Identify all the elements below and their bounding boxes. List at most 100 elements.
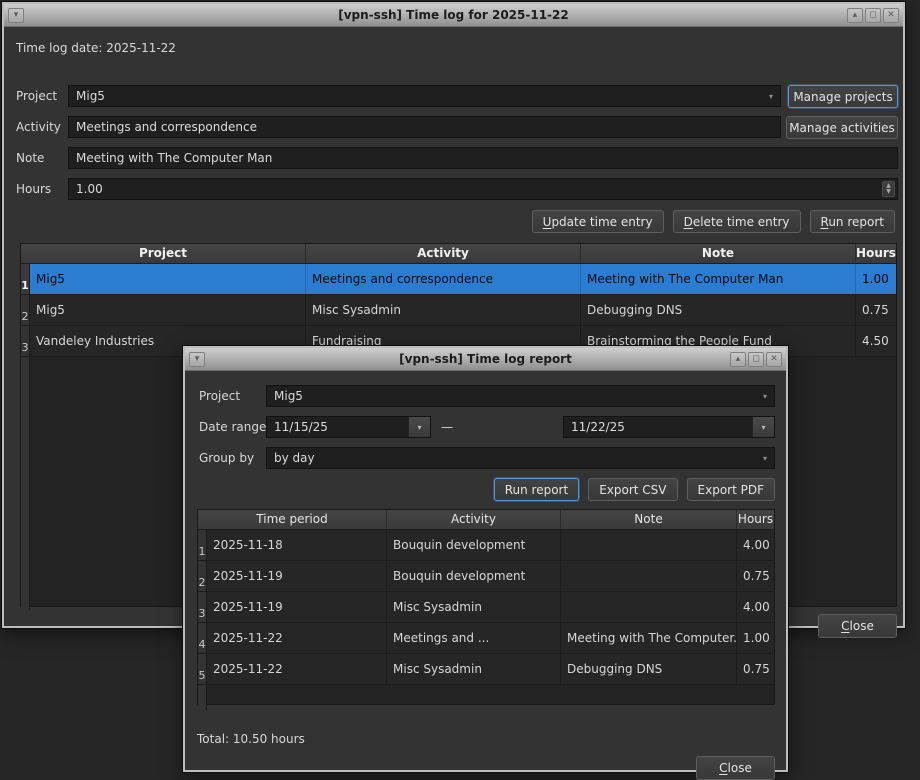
main-close-button[interactable]: Close [818,614,897,638]
col-header-activity[interactable]: Activity [306,244,581,263]
close-window-button[interactable]: ✕ [883,8,899,23]
col-header-hours[interactable]: Hours [737,510,774,529]
export-csv-button[interactable]: Export CSV [588,478,677,501]
update-time-entry-button[interactable]: Update time entry [532,210,664,233]
report-row[interactable]: 5 2025-11-22 Misc Sysadmin Debugging DNS… [198,654,774,685]
maximize-button[interactable]: ◻ [865,8,881,23]
note-input[interactable]: Meeting with The Computer Man [68,147,898,169]
window-menu-button[interactable]: ▾ [189,352,205,367]
col-header-project[interactable]: Project [21,244,306,263]
spinner-buttons[interactable]: ▲▼ [882,181,895,197]
hours-spinbox[interactable]: 1.00 ▲▼ [68,178,898,200]
hours-label: Hours [16,178,51,200]
report-row[interactable]: 3 2025-11-19 Misc Sysadmin 4.00 [198,592,774,623]
update-label: pdate time entry [551,215,652,229]
cell-hours: 0.75 [737,561,774,591]
dialog-close-button[interactable]: Close [696,756,775,780]
row-number: 2 [198,561,207,591]
table-row[interactable]: 2 Mig5 Misc Sysadmin Debugging DNS 0.75 [21,295,896,326]
export-pdf-button[interactable]: Export PDF [687,478,775,501]
shade-button[interactable]: ▴ [847,8,863,23]
time-log-table-header[interactable]: Project Activity Note Hours [21,244,896,264]
date-to-dropdown-button[interactable]: ▾ [752,417,774,437]
maximize-button[interactable]: ◻ [748,352,764,367]
report-run-label: Run report [505,483,568,497]
cell-hours: 4.00 [737,530,774,560]
close-label: lose [850,619,874,633]
cell-period: 2025-11-18 [207,530,387,560]
col-header-note[interactable]: Note [581,244,856,263]
report-project-combobox[interactable]: Mig5 ▾ [266,385,775,407]
activity-input[interactable]: Meetings and correspondence [68,116,781,138]
date-from-value: 11/15/25 [274,420,328,434]
group-by-value: by day [274,451,315,465]
cell-activity: Bouquin development [387,530,561,560]
cell-activity: Meetings and ... [387,623,561,653]
dialog-title: [vpn-ssh] Time log report [245,352,726,366]
project-value: Mig5 [76,89,105,103]
manage-activities-button[interactable]: Manage activities [786,116,898,139]
group-by-combobox[interactable]: by day ▾ [266,447,775,469]
report-run-button[interactable]: Run report [494,478,579,501]
cell-activity: Misc Sysadmin [387,592,561,622]
shade-button[interactable]: ▴ [730,352,746,367]
date-from-dropdown-button[interactable]: ▾ [408,417,430,437]
report-table: Time period Activity Note Hours 1 2025-1… [197,509,775,705]
cell-activity: Misc Sysadmin [387,654,561,684]
date-to-picker[interactable]: 11/22/25 ▾ [563,416,775,438]
group-by-label: Group by [199,447,254,469]
row-number-gutter [21,357,30,610]
entry-actions: Update time entry Delete time entry Run … [68,210,895,233]
export-pdf-label: Export PDF [698,483,764,497]
cell-activity: Meetings and correspondence [306,264,581,294]
table-row[interactable]: 1 Mig5 Meetings and correspondence Meeti… [21,264,896,295]
delete-label: elete time entry [693,215,790,229]
cell-hours: 4.50 [856,326,896,356]
maximize-icon: ◻ [752,354,759,364]
delete-mnemonic: D [684,215,693,229]
cell-project: Mig5 [30,295,306,325]
export-csv-label: Export CSV [599,483,666,497]
cell-activity: Bouquin development [387,561,561,591]
close-icon: ✕ [770,354,778,364]
col-header-time-period[interactable]: Time period [198,510,387,529]
cell-period: 2025-11-19 [207,561,387,591]
shade-icon: ▴ [853,10,858,20]
col-header-hours[interactable]: Hours [856,244,896,263]
shade-icon: ▴ [736,354,741,364]
cell-note: Debugging DNS [581,295,856,325]
window-menu-button[interactable]: ▾ [8,8,24,23]
run-report-button[interactable]: Run report [810,210,896,233]
cell-note [561,592,737,622]
report-row[interactable]: 1 2025-11-18 Bouquin development 4.00 [198,530,774,561]
row-number: 5 [198,654,207,684]
col-header-note[interactable]: Note [561,510,737,529]
close-window-button[interactable]: ✕ [766,352,782,367]
delete-time-entry-button[interactable]: Delete time entry [673,210,801,233]
cell-activity: Misc Sysadmin [306,295,581,325]
manage-projects-button[interactable]: Manage projects [788,85,898,108]
date-from-picker[interactable]: 11/15/25 ▾ [266,416,431,438]
report-row[interactable]: 2 2025-11-19 Bouquin development 0.75 [198,561,774,592]
cell-period: 2025-11-22 [207,654,387,684]
cell-hours: 1.00 [856,264,896,294]
window-menu-icon: ▾ [14,10,19,20]
run-label: un report [828,215,884,229]
row-number: 3 [198,592,207,622]
cell-hours: 0.75 [737,654,774,684]
project-combobox[interactable]: Mig5 ▾ [68,85,781,107]
date-to-value: 11/22/25 [571,420,625,434]
close-mnemonic: C [841,619,849,633]
cell-note: Meeting with The Computer Man [581,264,856,294]
dialog-titlebar[interactable]: ▾ [vpn-ssh] Time log report ▴ ◻ ✕ [185,348,786,371]
report-row[interactable]: 4 2025-11-22 Meetings and ... Meeting wi… [198,623,774,654]
chevron-down-icon: ▾ [769,92,773,101]
activity-label: Activity [16,116,61,138]
time-log-date-label: Time log date: 2025-11-22 [16,37,176,59]
table-empty-area [198,685,774,710]
report-table-header[interactable]: Time period Activity Note Hours [198,510,774,530]
col-header-activity[interactable]: Activity [387,510,561,529]
row-number: 4 [198,623,207,653]
report-actions: Run report Export CSV Export PDF [266,478,775,501]
main-window-titlebar[interactable]: ▾ [vpn-ssh] Time log for 2025-11-22 ▴ ◻ … [4,4,903,27]
